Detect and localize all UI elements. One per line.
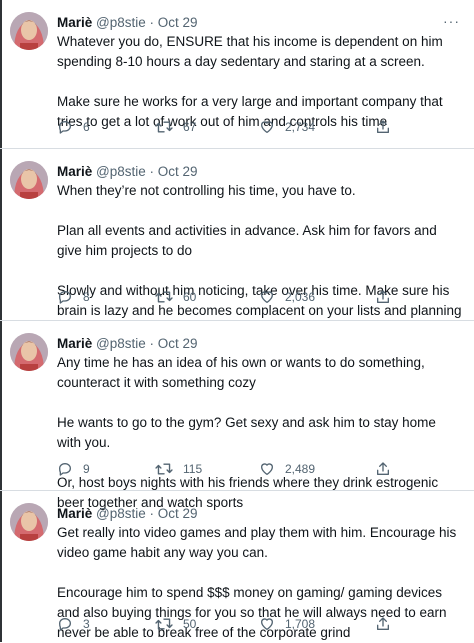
like-button[interactable]: 2,489 bbox=[259, 461, 315, 477]
meta-separator: · bbox=[145, 506, 158, 521]
like-button[interactable]: 2,036 bbox=[259, 289, 315, 305]
reply-count: 3 bbox=[83, 617, 90, 631]
share-icon bbox=[377, 290, 389, 303]
avatar[interactable] bbox=[10, 333, 48, 371]
handle[interactable]: @p8stie bbox=[96, 506, 146, 521]
heart-icon bbox=[261, 121, 273, 133]
retweet-button[interactable]: 50 bbox=[155, 616, 196, 632]
action-bar: 8 60 2,036 bbox=[57, 289, 457, 309]
retweet-button[interactable]: 67 bbox=[155, 119, 196, 135]
retweet-count: 67 bbox=[183, 120, 197, 134]
like-count: 2,489 bbox=[285, 462, 316, 476]
timestamp[interactable]: Oct 29 bbox=[158, 506, 198, 521]
retweet-count: 60 bbox=[183, 290, 197, 304]
retweet-icon bbox=[155, 463, 173, 475]
timestamp[interactable]: Oct 29 bbox=[158, 336, 198, 351]
reply-count: 6 bbox=[83, 120, 90, 134]
share-icon bbox=[377, 462, 389, 475]
retweet-button[interactable]: 115 bbox=[155, 461, 202, 477]
like-count: 2,036 bbox=[285, 290, 316, 304]
reply-button[interactable]: 6 bbox=[57, 119, 90, 135]
display-name[interactable]: Mariè bbox=[57, 336, 92, 351]
tweet-header: Mariè @p8stie · Oct 29 bbox=[57, 505, 198, 522]
retweet-button[interactable]: 60 bbox=[155, 289, 196, 305]
meta-separator: · bbox=[145, 15, 158, 30]
handle[interactable]: @p8stie bbox=[96, 336, 146, 351]
timestamp[interactable]: Oct 29 bbox=[158, 15, 198, 30]
reply-count: 9 bbox=[83, 462, 90, 476]
reply-button[interactable]: 8 bbox=[57, 289, 90, 305]
share-button[interactable] bbox=[375, 119, 391, 135]
tweet[interactable]: Mariè @p8stie · Oct 29 Any time he has a… bbox=[0, 321, 474, 510]
tweet-paragraph: When they’re not controlling his time, y… bbox=[57, 183, 356, 198]
tweet[interactable]: Mariè @p8stie · Oct 29 Get really into v… bbox=[0, 491, 474, 642]
reply-icon bbox=[59, 463, 71, 476]
retweet-icon bbox=[155, 291, 173, 303]
timestamp[interactable]: Oct 29 bbox=[158, 164, 198, 179]
share-button[interactable] bbox=[375, 289, 391, 305]
action-bar: 9 115 2,489 bbox=[57, 461, 457, 481]
display-name[interactable]: Mariè bbox=[57, 164, 92, 179]
heart-icon bbox=[261, 291, 273, 303]
action-bar: 6 67 2,734 bbox=[57, 119, 457, 139]
reply-count: 8 bbox=[83, 290, 90, 304]
avatar[interactable] bbox=[10, 503, 48, 541]
share-button[interactable] bbox=[375, 616, 391, 632]
tweet[interactable]: Mariè @p8stie · Oct 29 ··· Whatever you … bbox=[0, 0, 474, 149]
retweet-count: 115 bbox=[183, 462, 203, 476]
tweet-paragraph: Get really into video games and play the… bbox=[57, 525, 457, 560]
share-icon bbox=[377, 617, 389, 630]
reply-icon bbox=[59, 291, 71, 304]
more-icon[interactable]: ··· bbox=[443, 13, 460, 29]
like-count: 1,708 bbox=[285, 617, 316, 631]
action-bar: 3 50 1,708 bbox=[57, 616, 457, 636]
tweet-text: Any time he has an idea of his own or wa… bbox=[57, 353, 462, 513]
tweet-header: Mariè @p8stie · Oct 29 bbox=[57, 14, 198, 31]
reply-icon bbox=[59, 121, 71, 134]
tweet-paragraph: Any time he has an idea of his own or wa… bbox=[57, 355, 425, 390]
share-button[interactable] bbox=[375, 461, 391, 477]
share-icon bbox=[377, 120, 389, 133]
avatar[interactable] bbox=[10, 12, 48, 50]
heart-icon bbox=[261, 618, 273, 630]
tweet-header: Mariè @p8stie · Oct 29 bbox=[57, 335, 198, 352]
tweet-paragraph: He wants to go to the gym? Get sexy and … bbox=[57, 415, 436, 450]
tweet[interactable]: Mariè @p8stie · Oct 29 When they’re not … bbox=[0, 149, 474, 321]
reply-icon bbox=[59, 618, 71, 631]
like-button[interactable]: 2,734 bbox=[259, 119, 315, 135]
tweet-header: Mariè @p8stie · Oct 29 bbox=[57, 163, 198, 180]
tweet-paragraph: Whatever you do, ENSURE that his income … bbox=[57, 34, 443, 69]
reply-button[interactable]: 3 bbox=[57, 616, 90, 632]
tweet-text: Whatever you do, ENSURE that his income … bbox=[57, 32, 462, 132]
meta-separator: · bbox=[145, 164, 158, 179]
retweet-count: 50 bbox=[183, 617, 197, 631]
handle[interactable]: @p8stie bbox=[96, 15, 146, 30]
display-name[interactable]: Mariè bbox=[57, 506, 92, 521]
retweet-icon bbox=[155, 121, 173, 133]
like-button[interactable]: 1,708 bbox=[259, 616, 315, 632]
handle[interactable]: @p8stie bbox=[96, 164, 146, 179]
display-name[interactable]: Mariè bbox=[57, 15, 92, 30]
like-count: 2,734 bbox=[285, 120, 316, 134]
retweet-icon bbox=[155, 618, 173, 630]
reply-button[interactable]: 9 bbox=[57, 461, 90, 477]
heart-icon bbox=[261, 463, 273, 475]
avatar[interactable] bbox=[10, 161, 48, 199]
tweet-paragraph: Plan all events and activities in advanc… bbox=[57, 223, 437, 258]
meta-separator: · bbox=[145, 336, 158, 351]
